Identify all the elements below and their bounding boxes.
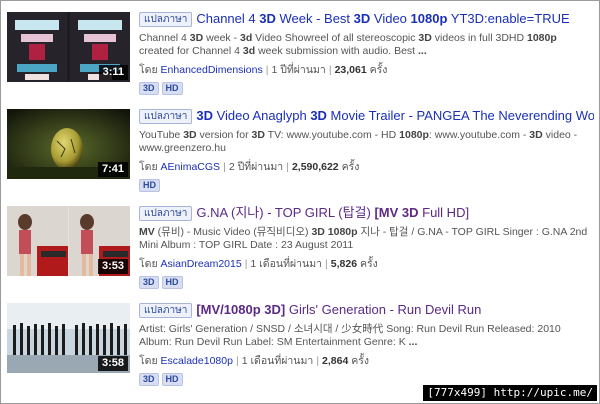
video-thumbnail[interactable]: 7:41 [7,109,130,179]
tag-hd: HD [139,179,160,192]
video-duration: 7:41 [97,162,128,177]
video-result: 3:11 แปลภาษา Channel 4 3D Week - Best 3D … [0,6,600,95]
quality-tags: HD [139,175,594,192]
video-result: 3:53 แปลภาษา G.NA (지나) - TOP GIRL (탑걸) [M… [0,200,600,289]
result-content: แปลภาษา [MV/1080p 3D] Girls' Generation -… [139,301,594,386]
upload-age: 1 เดือนที่ผ่านมา [250,258,323,270]
view-count: 23,061 [334,64,367,76]
channel-link[interactable]: Escalade1080p [161,355,233,367]
tag-hd: HD [161,373,183,386]
translate-button[interactable]: แปลภาษา [139,303,193,318]
tag-hd: HD [161,276,183,289]
video-thumbnail[interactable]: 3:58 [7,303,130,373]
video-title-link[interactable]: G.NA (지나) - TOP GIRL (탑걸) [MV 3D Full HD… [196,205,469,220]
result-content: แปลภาษา 3D Video Anaglyph 3D Movie Traile… [139,107,594,192]
channel-link[interactable]: EnhancedDimensions [161,64,263,76]
video-thumbnail[interactable]: 3:11 [7,12,130,82]
video-result: 7:41 แปลภาษา 3D Video Anaglyph 3D Movie T… [0,103,600,192]
video-description: Channel 4 3D week - 3d Video Showreel of… [139,32,557,57]
view-count: 2,590,622 [291,161,339,173]
quality-tags: 3D HD [139,272,594,289]
video-description: Artist: Girls' Generation / SNSD / 소녀시대 … [139,323,561,348]
result-content: แปลภาษา G.NA (지나) - TOP GIRL (탑걸) [MV 3D … [139,204,594,289]
upic-watermark: [777x499] http://upic.me/ [423,385,597,401]
video-duration: 3:58 [97,356,128,371]
tag-3d: 3D [139,82,159,95]
translate-button[interactable]: แปลภาษา [139,109,193,124]
video-meta: โดย EnhancedDimensions | 1 ปีที่ผ่านมา | 23,… [139,64,388,76]
tag-hd: HD [161,82,183,95]
tag-3d: 3D [139,276,159,289]
video-result: 3:58 แปลภาษา [MV/1080p 3D] Girls' Generat… [0,297,600,386]
video-description: MV (뮤비) - Music Video (뮤직비디오) 3D 1080p 지… [139,226,588,251]
video-meta: โดย AEnimaCGS | 2 ปีที่ผ่านมา | 2,590,622 คร… [139,161,360,173]
tag-3d: 3D [139,373,159,386]
view-count: 2,864 [322,355,349,367]
by-label: โดย [139,64,158,76]
video-title-link[interactable]: 3D Video Anaglyph 3D Movie Trailer - PAN… [196,108,594,123]
channel-link[interactable]: AEnimaCGS [161,161,221,173]
translate-button[interactable]: แปลภาษา [139,206,193,221]
result-content: แปลภาษา Channel 4 3D Week - Best 3D Video… [139,10,594,95]
views-suffix: ครั้ง [359,258,378,270]
video-meta: โดย Escalade1080p | 1 เดือนที่ผ่านมา | 2,864… [139,355,370,367]
by-label: โดย [139,161,158,173]
quality-tags: 3D HD [139,78,594,95]
video-title-link[interactable]: Channel 4 3D Week - Best 3D Video 1080p … [196,11,569,26]
video-duration: 3:11 [98,65,128,80]
video-description: YouTube 3D version for 3D TV: www.youtub… [139,129,578,154]
by-label: โดย [139,258,158,270]
by-label: โดย [139,355,158,367]
upload-age: 1 เดือนที่ผ่านมา [241,355,314,367]
video-title-link[interactable]: [MV/1080p 3D] Girls' Generation - Run De… [196,302,481,317]
video-duration: 3:53 [97,259,128,274]
upload-age: 2 ปีที่ผ่านมา [228,161,284,173]
video-thumbnail[interactable]: 3:53 [7,206,130,276]
view-count: 5,826 [330,258,358,270]
views-suffix: ครั้ง [369,64,388,76]
views-suffix: ครั้ง [341,161,360,173]
video-meta: โดย AsianDream2015 | 1 เดือนที่ผ่านมา | 5,82… [139,258,378,270]
views-suffix: ครั้ง [351,355,370,367]
quality-tags: 3D HD [139,369,594,386]
channel-link[interactable]: AsianDream2015 [161,258,242,270]
upload-age: 1 ปีที่ผ่านมา [271,64,326,76]
translate-button[interactable]: แปลภาษา [139,12,193,27]
